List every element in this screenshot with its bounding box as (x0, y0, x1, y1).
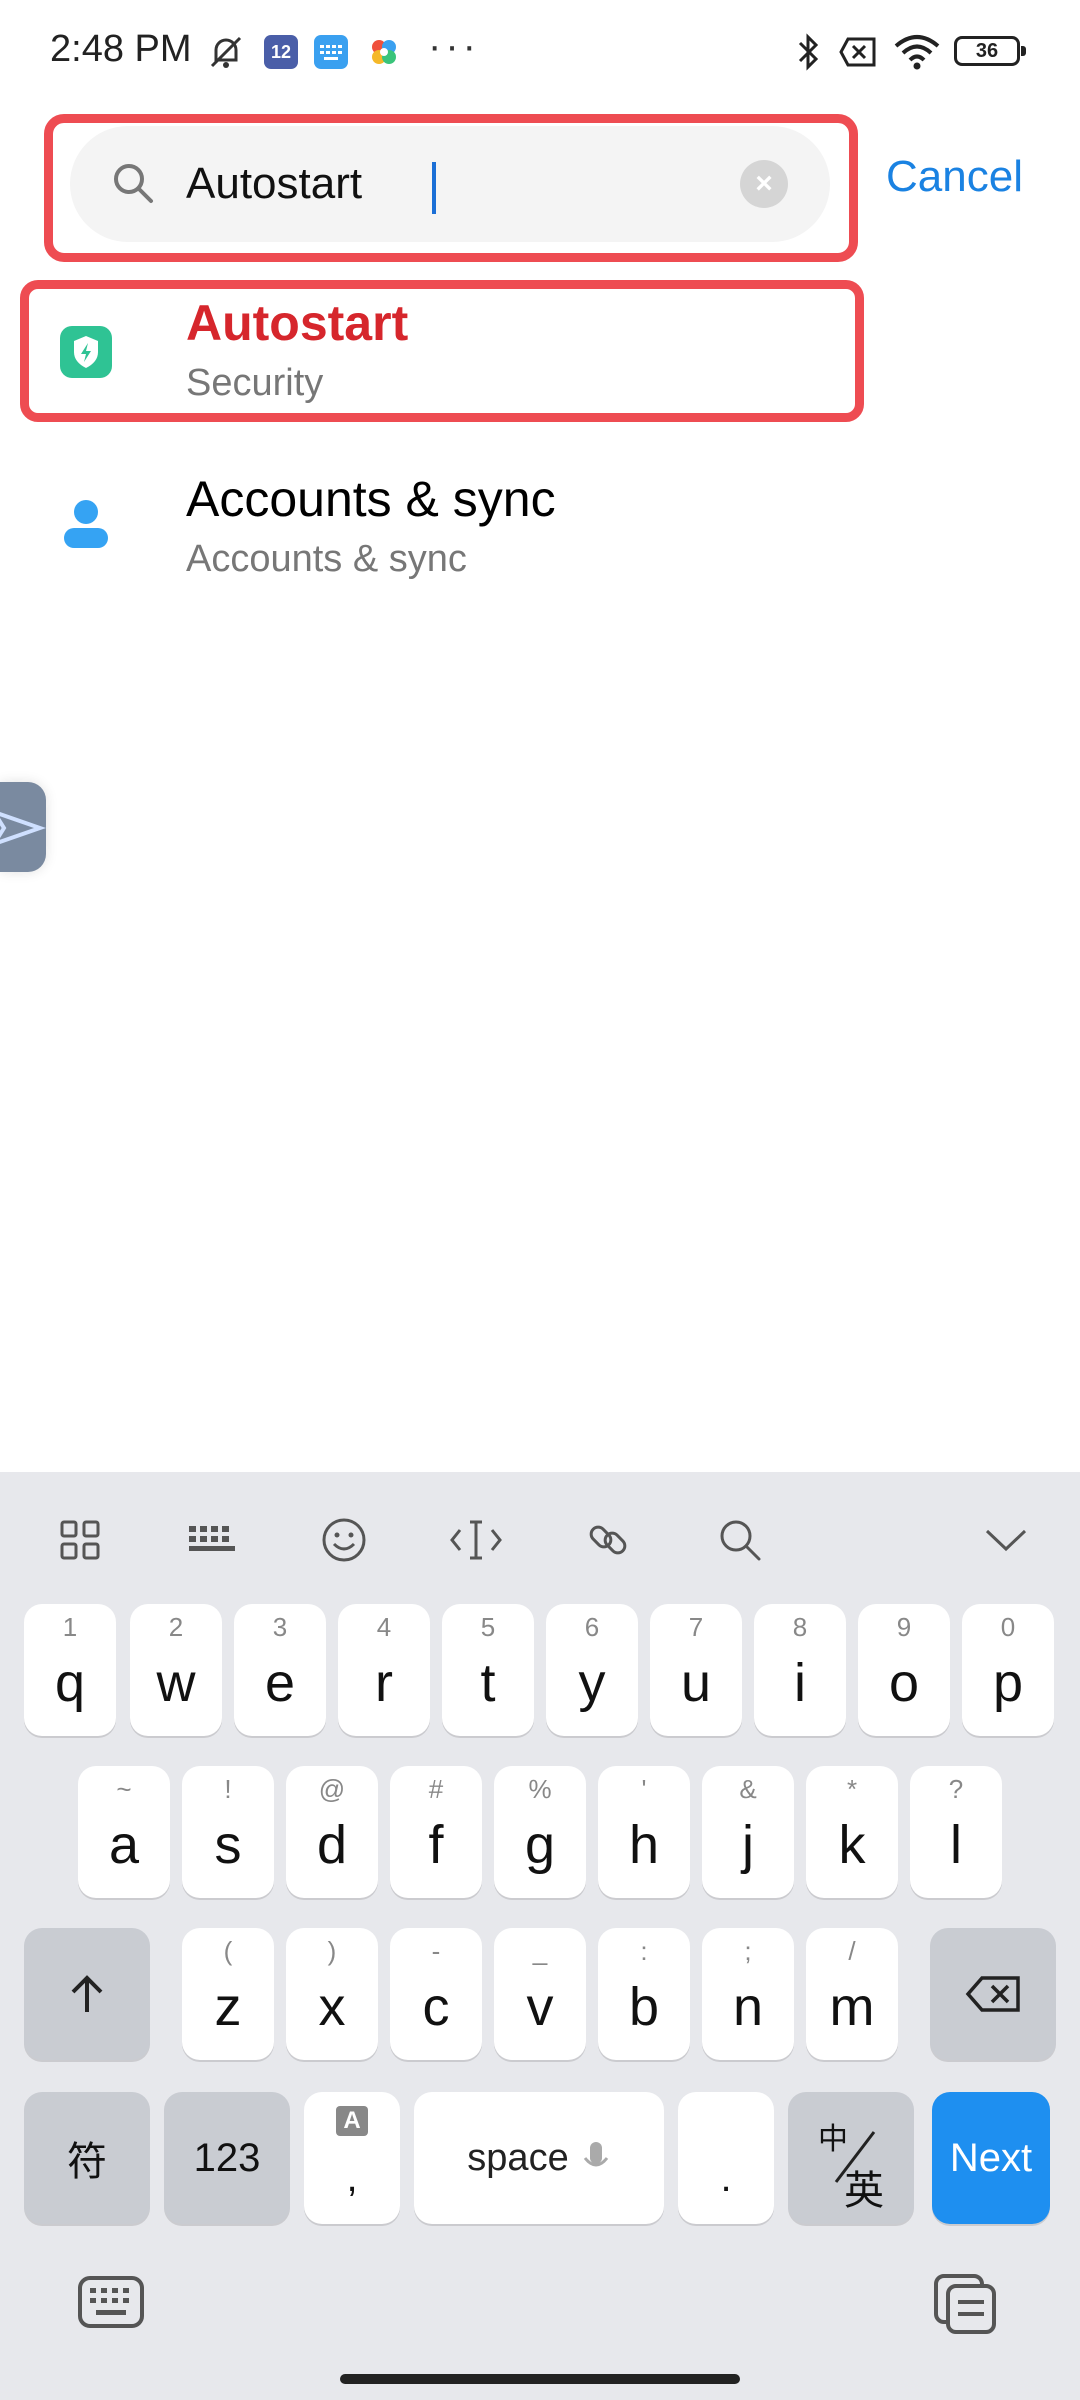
key-o[interactable]: 9o (858, 1604, 950, 1736)
pinwheel-app-icon (364, 34, 404, 70)
key-k[interactable]: * k (806, 1766, 898, 1898)
keyboard-app-icon (314, 34, 348, 70)
status-bar: 2:48 PM 12 ··· 36 (0, 0, 1080, 104)
apps-grid-icon[interactable] (48, 1508, 112, 1572)
keyboard-layout-icon[interactable] (180, 1508, 244, 1572)
comma-key[interactable]: A , (304, 2092, 400, 2224)
result-item-autostart[interactable]: Autostart Security (0, 290, 1080, 450)
key-m[interactable]: / m (806, 1928, 898, 2060)
key-d[interactable]: @ d (286, 1766, 378, 1898)
result-title: Autostart (186, 295, 409, 351)
language-switch-key[interactable]: 中 英 (788, 2092, 914, 2224)
bluetooth-icon (794, 33, 824, 71)
key-t[interactable]: 5t (442, 1604, 534, 1736)
result-subtitle: Accounts & sync (186, 538, 467, 580)
cursor-move-icon[interactable] (444, 1508, 508, 1572)
shift-arrow-icon (71, 1975, 103, 2012)
wifi-icon (892, 34, 942, 70)
key-q[interactable]: 1q (24, 1604, 116, 1736)
result-title: Accounts & sync (186, 471, 556, 527)
search-icon (114, 164, 153, 203)
key-r[interactable]: 4r (338, 1604, 430, 1736)
paper-plane-icon (0, 811, 47, 845)
key-y[interactable]: 6y (546, 1604, 638, 1736)
period-key[interactable]: . (678, 2092, 774, 2224)
search-input[interactable] (186, 150, 746, 218)
result-subtitle: Security (186, 362, 324, 404)
keyboard-switch-icon[interactable] (76, 2272, 146, 2332)
next-key[interactable]: Next (932, 2092, 1050, 2224)
key-l[interactable]: ? l (910, 1766, 1002, 1898)
search-box[interactable]: × (70, 126, 830, 242)
keyboard-search-icon[interactable] (708, 1508, 772, 1572)
text-caret (432, 162, 436, 214)
key-h[interactable]: ' h (598, 1766, 690, 1898)
calendar-app-icon: 12 (264, 34, 298, 70)
backspace-icon (965, 1976, 1020, 2012)
key-b[interactable]: :b (598, 1928, 690, 2060)
key-v[interactable]: _ v (494, 1928, 586, 2060)
key-n[interactable]: ; n (702, 1928, 794, 2060)
battery-indicator: 36 (954, 36, 1026, 66)
mute-bell-icon (204, 34, 248, 70)
link-icon[interactable] (576, 1508, 640, 1572)
status-time: 2:48 PM (50, 28, 192, 70)
emoji-icon[interactable] (312, 1508, 376, 1572)
input-mode-badge: A (336, 2106, 368, 2136)
key-j[interactable]: & j (702, 1766, 794, 1898)
shield-bolt-icon (60, 326, 112, 378)
key-i[interactable]: 8i (754, 1604, 846, 1736)
shift-key[interactable] (24, 1928, 150, 2060)
result-item-accounts-sync[interactable]: Accounts & sync Accounts & sync (0, 466, 1080, 626)
hide-keyboard-icon[interactable] (974, 1508, 1038, 1572)
symbols-key[interactable]: 符 (24, 2092, 150, 2224)
key-u[interactable]: 7u (650, 1604, 742, 1736)
app-badge: 12 (264, 35, 298, 69)
key-e[interactable]: 3e (234, 1604, 326, 1736)
keyboard: 1q 2w 3e 4r 5t 6y 7u 8i 9o 0p ~ a ! s @ d #… (0, 1472, 1080, 2400)
key-f[interactable]: # f (390, 1766, 482, 1898)
more-notifications-icon: ··· (428, 24, 480, 68)
key-x[interactable]: ) x (286, 1928, 378, 2060)
numbers-key[interactable]: 123 (164, 2092, 290, 2224)
key-w[interactable]: 2w (130, 1604, 222, 1736)
home-indicator[interactable] (340, 2374, 740, 2384)
key-s[interactable]: ! s (182, 1766, 274, 1898)
close-icon: × (755, 167, 773, 200)
key-c[interactable]: -c (390, 1928, 482, 2060)
key-g[interactable]: % g (494, 1766, 586, 1898)
key-a[interactable]: ~ a (78, 1766, 170, 1898)
microphone-icon (583, 2142, 608, 2167)
clipboard-icon[interactable] (930, 2272, 1000, 2334)
key-p[interactable]: 0p (962, 1604, 1054, 1736)
cancel-button[interactable]: Cancel (886, 152, 1023, 202)
backspace-key[interactable] (930, 1928, 1056, 2060)
space-key[interactable]: space (414, 2092, 664, 2224)
no-sim-icon (836, 34, 880, 70)
key-z[interactable]: (z (182, 1928, 274, 2060)
clear-search-button[interactable]: × (740, 160, 788, 208)
floating-assistant-bubble[interactable] (0, 782, 47, 872)
person-icon (64, 500, 108, 548)
